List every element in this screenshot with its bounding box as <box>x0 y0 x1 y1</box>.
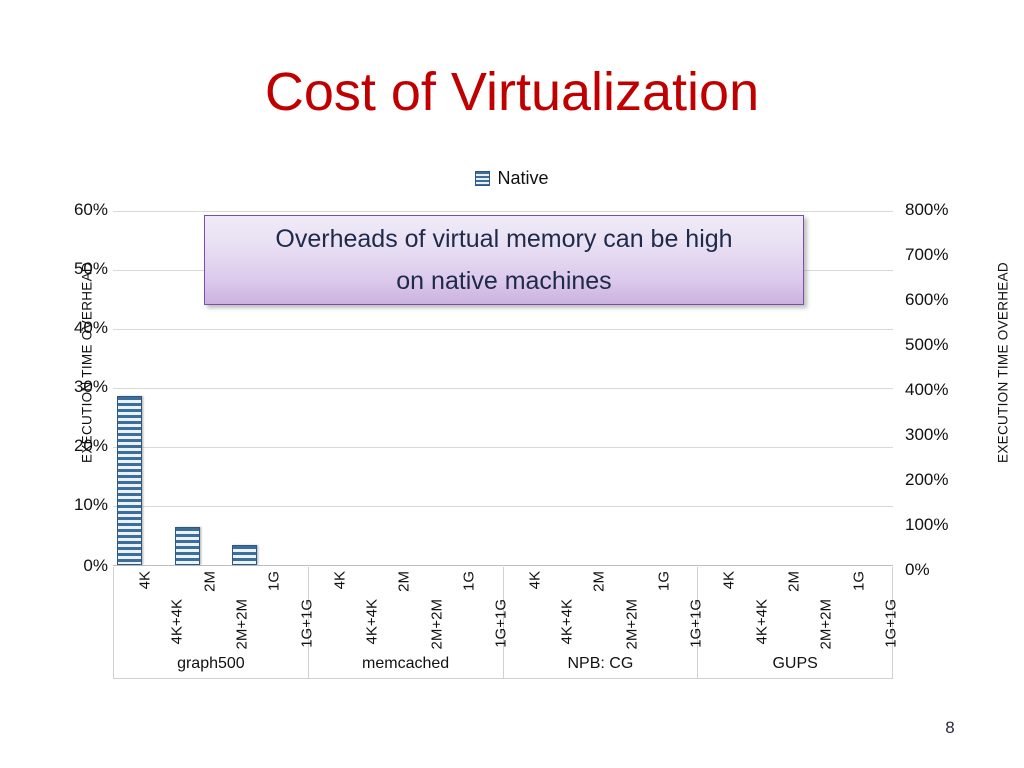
x-axis-tick: 4K <box>114 567 154 645</box>
y-axis-right-tick: 400% <box>905 380 949 399</box>
x-axis-group-memcached: 4K 4K+4K 2M 2M+2M 1G 1G+1G memcached <box>308 567 510 679</box>
x-axis-line <box>113 565 893 566</box>
y-axis-right-title: EXECUTION TIME OVERHEAD <box>995 262 1011 463</box>
y-axis-left-tick: 0% <box>83 556 108 575</box>
x-axis-tick: 1G <box>633 567 672 645</box>
gridline <box>113 388 893 389</box>
x-axis-tick: 4K+4K <box>146 567 186 645</box>
x-axis-group-label: GUPS <box>772 655 818 672</box>
x-axis-tick: 1G+1G <box>470 567 510 648</box>
x-axis-tick: 4K+4K <box>536 567 575 645</box>
x-axis-tick: 4K <box>504 567 543 645</box>
x-axis-tick: 2M+2M <box>795 567 835 649</box>
slide-number: 8 <box>945 718 955 737</box>
x-axis-group-gups: 4K 4K+4K 2M 2M+2M 1G 1G+1G GUPS <box>698 567 899 679</box>
chart-legend: Native <box>0 168 1024 188</box>
x-axis-tick: 2M <box>373 567 413 645</box>
gridline <box>113 329 893 330</box>
bar-graph500-1g[interactable] <box>232 545 257 565</box>
y-axis-left-tick: 30% <box>73 377 108 396</box>
x-axis-tick: 2M+2M <box>406 567 445 649</box>
gridline <box>113 506 893 507</box>
y-axis-right-tick: 100% <box>905 515 949 534</box>
gridline <box>113 211 893 212</box>
x-axis-group-label: NPB: CG <box>567 655 634 672</box>
x-axis-tick: 1G+1G <box>275 567 315 648</box>
x-axis-tick: 2M+2M <box>600 567 640 649</box>
legend-swatch-native-icon <box>475 170 491 186</box>
y-axis-left-tick: 40% <box>73 318 108 337</box>
y-axis-left: 60% 50% 40% 30% 20% 10% 0% <box>40 195 108 595</box>
x-axis-tick: 4K+4K <box>731 567 770 645</box>
x-axis-tick: 2M <box>179 567 218 645</box>
x-axis-tick: 1G <box>827 567 867 645</box>
callout-text: Overheads of virtual memory can be high … <box>275 225 733 295</box>
y-axis-left-tick: 20% <box>73 436 108 455</box>
y-axis-right-tick: 300% <box>905 425 949 444</box>
y-axis-right: 800% 700% 600% 500% 400% 300% 200% 100% … <box>905 195 975 595</box>
y-axis-right-tick: 500% <box>905 335 949 354</box>
gridline <box>113 447 893 448</box>
y-axis-left-tick: 60% <box>73 200 108 219</box>
x-axis-tick: 4K <box>309 567 348 645</box>
page-title: Cost of Virtualization <box>264 62 760 122</box>
x-axis-tick: 2M <box>568 567 608 645</box>
legend-item-native: Native <box>497 168 549 188</box>
x-axis-tick: 1G <box>243 567 283 645</box>
x-axis-group-label: graph500 <box>177 655 245 672</box>
x-axis-tick: 4K+4K <box>341 567 381 645</box>
x-axis-group-graph500: 4K 4K+4K 2M 2M+2M 1G 1G+1G graph500 <box>113 567 315 679</box>
x-axis-tick-label: 1G+1G <box>882 599 900 648</box>
y-axis-right-tick: 600% <box>905 290 949 309</box>
y-axis-right-tick: 700% <box>905 245 949 264</box>
y-axis-right-tick: 200% <box>905 470 949 489</box>
y-axis-left-tick: 50% <box>73 259 108 278</box>
x-axis-group-npb-cg: 4K 4K+4K 2M 2M+2M 1G 1G+1G NPB: CG <box>503 567 705 679</box>
bar-graph500-4k[interactable] <box>117 396 142 565</box>
x-axis-tick: 1G+1G <box>665 567 705 648</box>
y-axis-right-tick: 800% <box>905 200 949 219</box>
x-axis-tick: 1G+1G <box>860 567 899 648</box>
y-axis-right-tick: 0% <box>905 560 930 579</box>
x-axis-tick: 1G <box>438 567 478 645</box>
x-axis-tick: 2M <box>763 567 802 645</box>
x-axis: 4K 4K+4K 2M 2M+2M 1G 1G+1G graph500 4K 4… <box>113 567 899 687</box>
bar-graph500-2m[interactable] <box>175 527 200 565</box>
x-axis-tick: 4K <box>698 567 738 645</box>
x-axis-group-label: memcached <box>362 655 450 672</box>
y-axis-left-title: EXECUTION TIME OVERHEAD <box>79 262 95 463</box>
x-axis-tick: 2M+2M <box>211 567 251 649</box>
callout-box: Overheads of virtual memory can be high … <box>204 215 804 305</box>
y-axis-left-tick: 10% <box>73 495 108 514</box>
